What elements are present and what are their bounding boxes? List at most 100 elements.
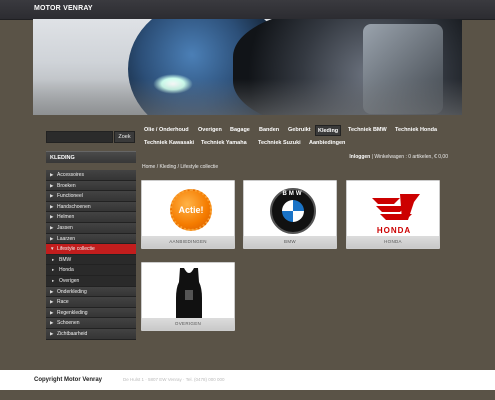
sidebar-item-zichtbaarheid[interactable]: ▶ Zichtbaarheid <box>46 328 136 340</box>
sidebar-item-label: Broeken <box>57 182 76 189</box>
sidebar-item-label: Helmen <box>57 214 75 221</box>
product-card-overigen[interactable]: OVERIGEN <box>141 262 235 331</box>
sidebar-item-race[interactable]: ▶ Race <box>46 297 136 308</box>
bmw-logo-icon: BMW <box>270 188 316 234</box>
arrow-right-icon: ▸ <box>52 256 55 262</box>
product-label[interactable]: OVERIGEN <box>142 318 234 330</box>
footer-bottom-bar <box>0 390 495 400</box>
honda-wing-icon <box>372 194 420 220</box>
arrow-right-icon: ▶ <box>50 320 54 326</box>
sidebar-item-broeken[interactable]: ▶ Broeken <box>46 180 136 192</box>
product-image: HONDA <box>350 184 438 238</box>
breadcrumb-home[interactable]: Home <box>142 164 155 170</box>
product-label[interactable]: BMW <box>244 236 336 248</box>
sidebar-item-handschoenen[interactable]: ▶ Handschoenen <box>46 201 136 213</box>
sidebar-item-accessoires[interactable]: ▶ Accessoires <box>46 170 136 181</box>
product-card-bmw[interactable]: BMW BMW <box>243 180 337 249</box>
main-nav-row-1: Olie / Onderhoud Overigen Bagage Banden … <box>142 125 472 137</box>
sidebar-subitem-bmw[interactable]: ▸ BMW <box>46 254 136 266</box>
banner-road <box>33 79 462 115</box>
sidebar-item-label: Race <box>57 299 69 306</box>
nav-techniek-yamaha[interactable]: Techniek Yamaha <box>201 138 247 149</box>
sidebar-item-schoenen[interactable]: ▶ Schoenen <box>46 318 136 329</box>
arrow-right-icon: ▶ <box>50 224 54 230</box>
arrow-right-icon: ▶ <box>50 203 54 209</box>
nav-gebruikt[interactable]: Gebruikt <box>286 125 313 136</box>
sidebar-item-label: Schoenen <box>57 320 80 327</box>
footer-address: De Hulst 1 · 5807 EW Venray · Tel. (0478… <box>123 377 225 382</box>
search-input[interactable] <box>46 131 113 143</box>
sidebar-item-functioneel[interactable]: ▶ Functioneel <box>46 191 136 202</box>
sidebar-item-label: Regenkleding <box>57 309 88 316</box>
sidebar-item-regenkleding[interactable]: ▶ Regenkleding <box>46 307 136 319</box>
sidebar-category-list: ▶ Accessoires ▶ Broeken ▶ Functioneel ▶ Hand… <box>46 170 136 340</box>
arrow-right-icon: ▸ <box>52 267 55 273</box>
sidebar-heading: KLEDING <box>46 151 136 163</box>
footer: Copyright Motor Venray De Hulst 1 · 5807… <box>0 370 495 390</box>
site-title[interactable]: MOTOR VENRAY <box>34 5 93 12</box>
login-link[interactable]: Inloggen <box>349 154 370 160</box>
nav-kleding[interactable]: Kleding <box>315 125 342 136</box>
arrow-right-icon: ▶ <box>50 288 54 294</box>
breadcrumb: Home / Kleding / Lifestyle collectie <box>142 164 218 170</box>
account-bar: Inloggen | Winkelwagen : 0 artikelen, € … <box>349 154 448 160</box>
promo-badge-icon: Actie! <box>170 189 212 231</box>
product-image: BMW <box>247 184 335 238</box>
sidebar-item-label: BMW <box>59 256 72 263</box>
nav-olie-onderhoud[interactable]: Olie / Onderhoud <box>142 125 191 136</box>
arrow-right-icon: ▸ <box>52 277 55 283</box>
sidebar-item-label: Accessoires <box>57 172 84 178</box>
sidebar-item-laarzen[interactable]: ▶ Laarzen <box>46 233 136 245</box>
top-header: MOTOR VENRAY <box>0 0 495 20</box>
bmw-roundel <box>282 200 304 222</box>
breadcrumb-current: Lifestyle collectie <box>180 164 219 170</box>
nav-banden[interactable]: Banden <box>257 125 281 136</box>
arrow-right-icon: ▶ <box>50 172 54 177</box>
nav-techniek-kawasaki[interactable]: Techniek Kawasaki <box>144 138 194 149</box>
nav-techniek-honda[interactable]: Techniek Honda <box>393 125 439 136</box>
footer-copyright: Copyright Motor Venray <box>34 377 103 383</box>
sidebar-item-label: Laarzen <box>57 235 76 242</box>
sidebar-item-helmen[interactable]: ▶ Helmen <box>46 212 136 223</box>
product-card-aanbiedingen[interactable]: Actie! AANBIEDINGEN <box>141 180 235 249</box>
nav-bagage[interactable]: Bagage <box>228 125 252 136</box>
tank-top-image <box>176 268 202 318</box>
sidebar-subitem-overigen[interactable]: ▸ Overigen <box>46 275 136 287</box>
arrow-right-icon: ▶ <box>50 330 54 336</box>
sidebar-item-label: Honda <box>59 267 74 274</box>
sidebar-item-label: Jassen <box>57 224 73 231</box>
sidebar-item-label: Functioneel <box>57 193 83 200</box>
arrow-down-icon: ▼ <box>50 246 55 252</box>
logo-text: BMW <box>282 191 304 197</box>
arrow-right-icon: ▶ <box>50 182 54 188</box>
logo-text: HONDA <box>376 226 412 235</box>
nav-overigen[interactable]: Overigen <box>196 125 224 136</box>
sidebar-item-label: Lifestyle collectie <box>57 246 95 253</box>
nav-aanbiedingen[interactable]: Aanbiedingen <box>309 138 345 149</box>
search-button[interactable]: Zoek <box>114 131 135 143</box>
product-label[interactable]: AANBIEDINGEN <box>142 236 234 248</box>
product-label[interactable]: HONDA <box>347 236 439 248</box>
sidebar-item-lifestyle-collectie[interactable]: ▼ Lifestyle collectie <box>46 244 136 255</box>
arrow-right-icon: ▶ <box>50 193 54 199</box>
main-nav-row-2: Techniek Kawasaki Techniek Yamaha Techni… <box>142 138 472 150</box>
hero-banner-image <box>33 19 462 115</box>
sidebar-item-label: Onderkleding <box>57 288 87 295</box>
arrow-right-icon: ▶ <box>50 235 54 241</box>
sidebar-item-label: Overigen <box>59 277 80 284</box>
arrow-right-icon: ▶ <box>50 214 54 220</box>
product-card-honda[interactable]: HONDA HONDA <box>346 180 440 249</box>
arrow-right-icon: ▶ <box>50 299 54 305</box>
arrow-right-icon: ▶ <box>50 309 54 315</box>
product-image: Actie! <box>145 184 233 238</box>
breadcrumb-kleding[interactable]: Kleding <box>160 164 177 170</box>
nav-techniek-bmw[interactable]: Techniek BMW <box>346 125 389 136</box>
sidebar-item-label: Zichtbaarheid <box>57 330 88 337</box>
sidebar-item-onderkleding[interactable]: ▶ Onderkleding <box>46 286 136 298</box>
sidebar-item-label: Handschoenen <box>57 203 91 210</box>
sidebar-item-jassen[interactable]: ▶ Jassen <box>46 222 136 234</box>
sidebar-subitem-honda[interactable]: ▸ Honda <box>46 265 136 276</box>
product-image <box>145 266 233 320</box>
nav-techniek-suzuki[interactable]: Techniek Suzuki <box>258 138 301 149</box>
cart-summary-link[interactable]: Winkelwagen : 0 artikelen, € 0,00 <box>374 154 448 160</box>
